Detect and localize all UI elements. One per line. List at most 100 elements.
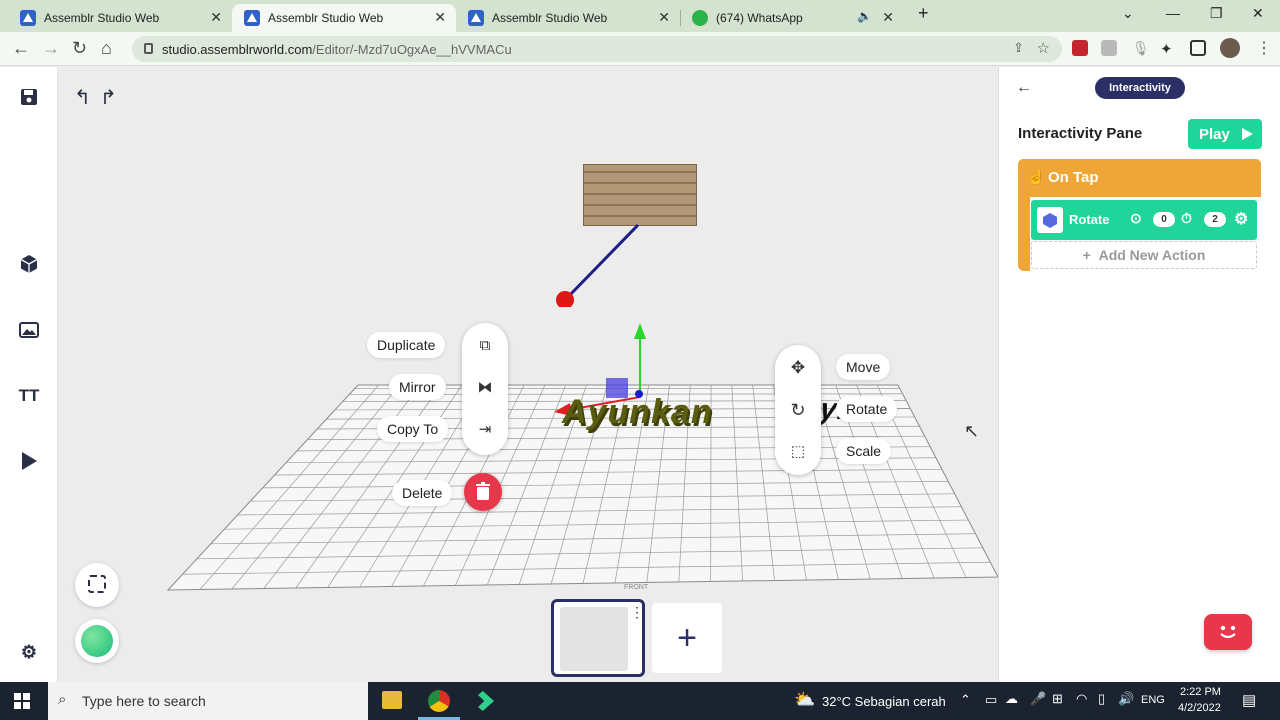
close-tab-icon[interactable]: ✕: [882, 9, 894, 26]
browser-toolbar: ← → ↻ ⌂ studio.assemblrworld.com/Editor/…: [0, 32, 1280, 66]
volume-icon[interactable]: 🔊: [1118, 691, 1134, 707]
3d-text-object[interactable]: Ayunkan: [562, 393, 713, 432]
play-icon[interactable]: [18, 450, 40, 472]
back-arrow-icon[interactable]: ←: [12, 38, 30, 59]
tap-hand-icon: ☝: [1027, 169, 1046, 186]
onedrive-cloud-icon[interactable]: ☁: [1005, 691, 1018, 707]
tray-chevron-icon[interactable]: ⌃: [960, 692, 971, 708]
taskbar-search-input[interactable]: ⌕ Type here to search: [48, 682, 368, 720]
copy-to-button[interactable]: Copy To: [377, 416, 449, 442]
close-window-icon[interactable]: ✕: [1252, 5, 1264, 22]
3d-object-icon[interactable]: [18, 253, 40, 275]
mirror-button[interactable]: Mirror: [389, 374, 446, 400]
more-menu-icon[interactable]: ⋮: [1256, 38, 1272, 58]
tray-network-icon[interactable]: ⊞: [1052, 691, 1063, 707]
play-label: Play: [1199, 125, 1230, 143]
tab-search-chevron-icon[interactable]: ⌄: [1122, 5, 1134, 22]
rotate-action-block[interactable]: Rotate ⊙ 0 ⏱ 2 ⚙: [1031, 200, 1257, 240]
tab-title: Assemblr Studio Web: [44, 11, 160, 25]
text-icon[interactable]: TT: [18, 385, 40, 407]
browser-tab-3[interactable]: Assemblr Studio Web ✕: [456, 4, 681, 32]
action-settings-gear-icon[interactable]: ⚙: [1234, 209, 1248, 229]
action-value-1[interactable]: 0: [1153, 212, 1175, 227]
chrome-taskbar-icon[interactable]: [428, 690, 450, 712]
mirror-icon[interactable]: ⧓: [475, 378, 495, 398]
duplicate-icon[interactable]: ⧉: [475, 336, 495, 356]
microphone-icon[interactable]: 🎙: [1132, 40, 1150, 56]
url-path: /Editor/-Mzd7uOgxAe__hVVMACu: [312, 41, 512, 57]
bookmark-star-icon[interactable]: ☆: [1037, 39, 1050, 57]
tab-title: Assemblr Studio Web: [268, 11, 384, 25]
interactivity-pane: ← Interactivity Interactivity Pane Play …: [998, 67, 1280, 682]
on-tap-trigger-block[interactable]: ☝ On Tap: [1018, 159, 1261, 197]
side-panel-icon[interactable]: [1190, 40, 1206, 56]
close-tab-icon[interactable]: ✕: [658, 9, 670, 26]
action-value-2[interactable]: 2: [1204, 212, 1226, 227]
app-taskbar-icon[interactable]: [478, 691, 494, 711]
file-explorer-icon[interactable]: [382, 691, 402, 709]
save-icon[interactable]: [18, 86, 40, 108]
chat-support-button[interactable]: [1204, 614, 1252, 650]
windows-start-icon[interactable]: [14, 693, 30, 709]
tray-microphone-icon[interactable]: 🎤: [1030, 691, 1046, 707]
maximize-icon[interactable]: ❐: [1210, 5, 1223, 22]
extensions-puzzle-icon[interactable]: ✦: [1160, 40, 1176, 58]
pdf-extension-icon[interactable]: [1072, 40, 1088, 56]
reload-icon[interactable]: ↻: [72, 38, 87, 59]
add-scene-button[interactable]: +: [652, 603, 722, 673]
scene-thumbnail[interactable]: ⋮ FRONT: [551, 584, 648, 677]
capture-button[interactable]: [75, 563, 119, 607]
clock-date[interactable]: 4/2/2022: [1178, 702, 1221, 714]
delete-trash-button[interactable]: [464, 473, 502, 511]
new-tab-button[interactable]: +: [918, 3, 929, 24]
add-new-action-button[interactable]: + Add New Action: [1031, 241, 1257, 269]
image-icon[interactable]: [18, 319, 40, 341]
browser-tab-2[interactable]: Assemblr Studio Web ✕: [232, 4, 456, 32]
cube-thumbnail-icon: [1037, 207, 1063, 233]
move-button[interactable]: Move: [836, 354, 891, 380]
scene-options-icon[interactable]: ⋮: [630, 604, 644, 621]
home-icon[interactable]: ⌂: [101, 38, 112, 59]
copy-to-icon[interactable]: ⇥: [475, 420, 495, 440]
timer-icon[interactable]: ⏱: [1181, 210, 1192, 227]
tab-title: Assemblr Studio Web: [492, 11, 608, 25]
settings-gear-icon[interactable]: ⚙: [18, 641, 40, 663]
play-button[interactable]: Play: [1188, 119, 1262, 149]
transform-menu: ✥ ↻ ⬚: [775, 345, 821, 475]
scene-label: FRONT: [624, 584, 649, 591]
scale-icon[interactable]: ⬚: [788, 442, 808, 462]
color-picker-button[interactable]: [75, 619, 119, 663]
weather-icon[interactable]: ⛅: [794, 690, 815, 710]
speaker-icon[interactable]: 🔈: [857, 9, 872, 23]
delete-button[interactable]: Delete: [392, 480, 453, 506]
editor-canvas[interactable]: ↰ ↱ Ayunkan ykan ⧉ ⧓ ⇥ Duplicate Mirror …: [58, 67, 998, 682]
weather-text[interactable]: 32°C Sebagian cerah: [822, 694, 946, 709]
tray-device-icon[interactable]: ▭: [985, 692, 997, 708]
cast-extension-icon[interactable]: [1101, 40, 1117, 56]
browser-tab-1[interactable]: Assemblr Studio Web ✕: [8, 4, 233, 32]
address-input[interactable]: studio.assemblrworld.com/Editor/-Mzd7uOg…: [132, 36, 1062, 62]
close-tab-icon[interactable]: ✕: [434, 9, 446, 26]
browser-tab-4[interactable]: (674) WhatsApp 🔈 ✕: [680, 4, 904, 32]
rotate-icon[interactable]: ↻: [788, 400, 808, 420]
clock-time[interactable]: 2:22 PM: [1180, 686, 1221, 698]
tray-battery-icon[interactable]: ▯: [1098, 691, 1105, 707]
rotate-button[interactable]: Rotate: [836, 396, 898, 422]
minimize-icon[interactable]: —: [1166, 5, 1180, 21]
add-action-label: Add New Action: [1098, 247, 1206, 263]
assemblr-favicon-icon: [20, 10, 36, 26]
loop-play-icon[interactable]: ⊙: [1130, 210, 1142, 227]
play-triangle-icon: [1242, 128, 1253, 140]
share-icon[interactable]: ⇪: [1013, 40, 1024, 56]
forward-arrow-icon[interactable]: →: [42, 38, 60, 59]
scale-button[interactable]: Scale: [836, 438, 892, 464]
search-placeholder: Type here to search: [82, 693, 206, 709]
close-tab-icon[interactable]: ✕: [210, 9, 222, 26]
back-arrow-icon[interactable]: ←: [1016, 79, 1032, 97]
duplicate-button[interactable]: Duplicate: [367, 332, 446, 358]
move-icon[interactable]: ✥: [788, 358, 808, 378]
tray-wifi-icon[interactable]: ◠: [1076, 691, 1087, 707]
profile-avatar[interactable]: [1220, 38, 1240, 58]
notification-icon[interactable]: ▤: [1242, 691, 1256, 709]
language-indicator[interactable]: ENG: [1141, 694, 1165, 706]
